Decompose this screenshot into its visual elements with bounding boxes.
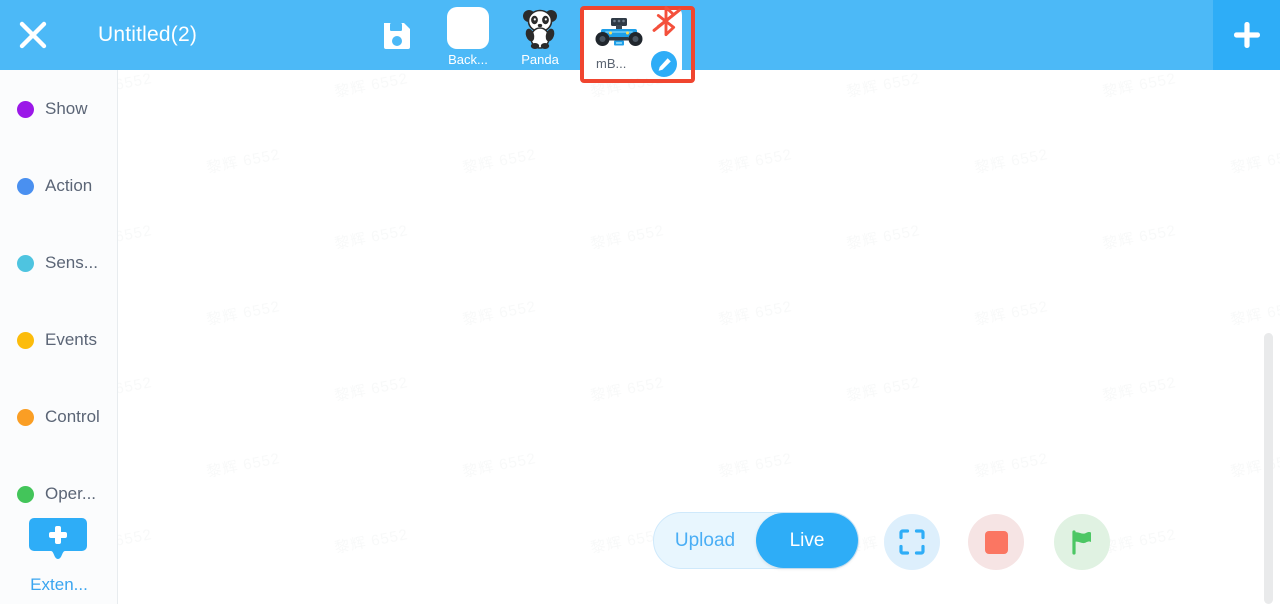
watermark-text: 黎辉 6552 — [973, 599, 1050, 604]
category-item-control[interactable]: Control — [0, 396, 117, 438]
watermark-text: 黎辉 6552 — [205, 450, 282, 481]
watermark-text: 黎辉 6552 — [973, 298, 1050, 329]
block-category-sidebar: Show Action Sens... Events Control Oper... Ex… — [0, 70, 118, 604]
device-edit-button[interactable] — [651, 51, 677, 77]
watermark-text: 黎辉 6552 — [717, 298, 794, 329]
backdrop-thumbnail-icon — [446, 6, 490, 50]
watermark-text: 黎辉 6552 — [205, 146, 282, 177]
watermark-text: 黎辉 6552 — [118, 70, 154, 101]
run-green-flag-button[interactable] — [1054, 514, 1110, 570]
watermark-text: 黎辉 6552 — [1229, 298, 1280, 329]
add-extension-button[interactable] — [29, 518, 87, 565]
device-card-mbot[interactable]: mB... — [580, 5, 695, 83]
category-label: Oper... — [45, 484, 97, 503]
category-color-dot — [17, 485, 34, 503]
mode-option-upload[interactable]: Upload — [654, 513, 756, 568]
category-label: Control — [45, 407, 100, 426]
sprite-card-backdrop[interactable]: Back... — [432, 0, 504, 70]
add-sprite-button[interactable] — [1213, 0, 1280, 70]
sprite-label: Panda — [521, 52, 559, 67]
upload-live-mode-toggle[interactable]: Upload Live — [653, 512, 859, 569]
watermark-text: 黎辉 6552 — [845, 70, 922, 101]
watermark-text: 黎辉 6552 — [118, 374, 154, 405]
close-x-icon — [19, 21, 47, 49]
fullscreen-button[interactable] — [884, 514, 940, 570]
category-color-dot — [17, 408, 34, 426]
watermark-text: 黎辉 6552 — [333, 374, 410, 405]
category-item-action[interactable]: Action — [0, 165, 117, 207]
workspace-vertical-scrollbar[interactable] — [1264, 333, 1273, 604]
watermark-text: 黎辉 6552 — [973, 450, 1050, 481]
watermark-text: 黎辉 6552 — [717, 599, 794, 604]
category-label: Action — [45, 176, 93, 195]
watermark-text: 黎辉 6552 — [333, 222, 410, 253]
project-title[interactable]: Untitled(2) — [98, 20, 197, 50]
watermark-text: 黎辉 6552 — [205, 298, 282, 329]
watermark-text: 黎辉 6552 — [118, 222, 154, 253]
category-item-events[interactable]: Events — [0, 319, 117, 361]
watermark-text: 黎辉 6552 — [333, 526, 410, 557]
mbot-robot-icon — [595, 18, 643, 46]
watermark-text: 黎辉 6552 — [461, 298, 538, 329]
mblock-app-window: 黎辉 6552 黎辉 6552 黎辉 6552 黎辉 6552 黎辉 6552 黎辉 65… — [0, 0, 1280, 604]
watermark-text: 黎辉 6552 — [333, 70, 410, 101]
category-label: Events — [45, 330, 97, 349]
sprite-label: Back... — [448, 52, 488, 67]
green-flag-icon — [1072, 530, 1091, 555]
sprite-list: Back... Panda — [432, 0, 576, 70]
watermark-text: 黎辉 6552 — [973, 146, 1050, 177]
close-button[interactable] — [14, 16, 52, 54]
watermark-text: 黎辉 6552 — [717, 146, 794, 177]
watermark-text: 黎辉 6552 — [717, 450, 794, 481]
category-label: Show — [45, 99, 88, 118]
category-color-dot — [17, 254, 34, 272]
watermark-text: 黎辉 6552 — [118, 526, 154, 557]
category-item-sens[interactable]: Sens... — [0, 242, 117, 284]
watermark-text: 黎辉 6552 — [1229, 146, 1280, 177]
pencil-edit-icon — [658, 57, 671, 71]
category-color-dot — [17, 177, 34, 195]
sprite-card-panda[interactable]: Panda — [504, 0, 576, 70]
category-color-dot — [17, 331, 34, 349]
watermark-text: 黎辉 6552 — [461, 146, 538, 177]
bluetooth-disconnected-icon — [652, 5, 682, 37]
app-header: Untitled(2) Back... Panda mB... — [0, 0, 1280, 83]
watermark-text: 黎辉 6552 — [205, 599, 282, 604]
watermark-text: 黎辉 6552 — [1101, 374, 1178, 405]
stop-square-icon — [984, 530, 1008, 554]
add-extension-label: Exten... — [30, 575, 88, 594]
category-color-dot — [17, 100, 34, 118]
watermark-text: 黎辉 6552 — [845, 374, 922, 405]
watermark-text: 黎辉 6552 — [1101, 222, 1178, 253]
watermark-text: 黎辉 6552 — [589, 374, 666, 405]
watermark-text: 黎辉 6552 — [1101, 70, 1178, 101]
add-extension-icon — [29, 518, 87, 559]
device-label: mB... — [596, 56, 627, 71]
watermark-text: 黎辉 6552 — [845, 222, 922, 253]
watermark-text: 黎辉 6552 — [461, 450, 538, 481]
watermark-text: 黎辉 6552 — [589, 222, 666, 253]
mode-option-live[interactable]: Live — [756, 513, 858, 568]
save-button[interactable] — [380, 19, 414, 53]
category-item-oper[interactable]: Oper... — [0, 473, 117, 515]
category-label: Sens... — [45, 253, 98, 272]
stop-button[interactable] — [968, 514, 1024, 570]
watermark-text: 黎辉 6552 — [461, 599, 538, 604]
plus-icon — [1233, 22, 1260, 48]
floppy-save-icon — [384, 23, 410, 49]
watermark-text: 黎辉 6552 — [1101, 526, 1178, 557]
fullscreen-expand-icon — [899, 529, 925, 555]
panda-sprite-icon — [518, 6, 562, 50]
category-item-show[interactable]: Show — [0, 88, 117, 130]
